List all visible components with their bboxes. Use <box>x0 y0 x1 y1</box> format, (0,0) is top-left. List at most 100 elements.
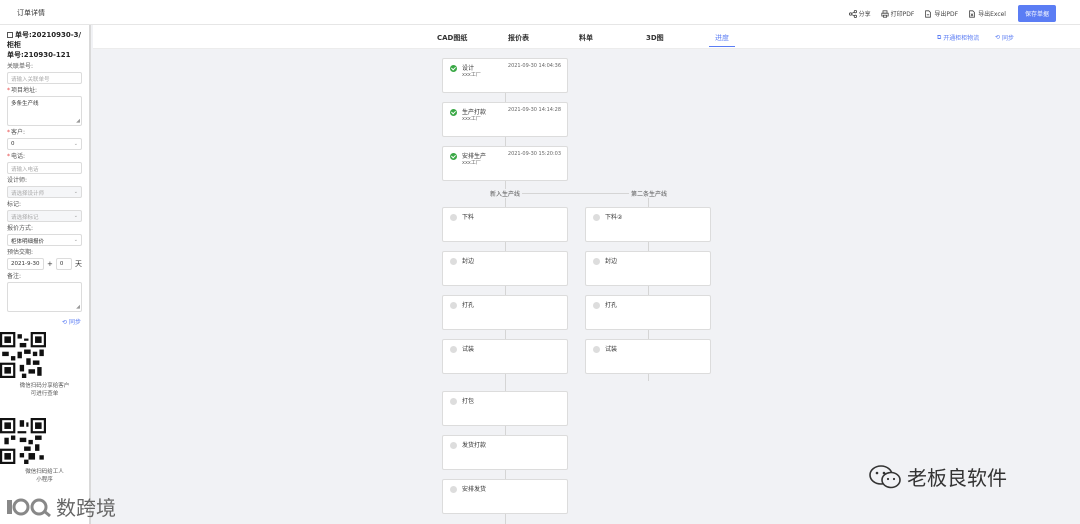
mark-label: 标记: <box>7 201 22 208</box>
check-icon <box>450 109 457 116</box>
open-cabinet-link[interactable]: ⧉ 开通柜柜物流 <box>937 33 979 43</box>
tab-quote[interactable]: 报价表 <box>508 33 529 43</box>
pending-dot-icon <box>450 302 457 309</box>
line1-step[interactable]: 打包 <box>442 391 568 426</box>
phone-label: 电话: <box>11 153 26 160</box>
share-button[interactable]: 分享 <box>848 9 871 18</box>
tab-sync-button[interactable]: ⟲ 同步 <box>995 33 1014 42</box>
line1-step[interactable]: 试装 <box>442 339 568 374</box>
pending-dot-icon <box>593 214 600 221</box>
quote-select[interactable]: 柜体明细报价 ⌄ <box>7 234 82 246</box>
brand-watermark: 老板良软件 <box>868 462 1007 491</box>
tab-cad[interactable]: CAD图纸 <box>437 33 467 43</box>
line2-step[interactable]: 下料② <box>585 207 711 242</box>
pending-dot-icon <box>450 398 457 405</box>
tab-material[interactable]: 料单 <box>579 33 593 43</box>
order-number: 单号:20210930-3/柜柜 单号:210930-121 <box>7 31 82 59</box>
share-icon <box>848 9 857 18</box>
designer-select[interactable]: 请选择设计师 ⌄ <box>7 186 82 198</box>
qr-worker-caption-2: 小程序 <box>36 477 53 483</box>
qr-code-worker <box>0 418 46 464</box>
pending-dot-icon <box>450 442 457 449</box>
remark-field[interactable]: ◢ <box>7 282 82 312</box>
delivery-plus: + <box>46 260 53 268</box>
qr-code-customer <box>0 332 46 378</box>
delivery-label: 预估交期: <box>7 249 34 256</box>
chevron-down-icon: ⌄ <box>73 189 78 195</box>
line2-step[interactable]: 封边 <box>585 251 711 286</box>
line1-label: 新入生产线 <box>488 189 523 198</box>
print-pdf-button[interactable]: 打印PDF <box>881 9 915 18</box>
export-pdf-button[interactable]: 导出PDF <box>924 9 958 18</box>
step-card-schedule[interactable]: 安排生产 xxx工厂 2021-09-30 15:20:03 <box>442 146 568 181</box>
line2-label: 第二条生产线 <box>629 189 670 198</box>
delivery-date-input[interactable]: 2021-9-30 <box>7 258 44 270</box>
sync-icon: ⟲ <box>62 319 68 326</box>
chevron-down-icon: ⌄ <box>73 213 78 219</box>
pending-dot-icon <box>450 214 457 221</box>
pdf-icon <box>925 9 932 18</box>
remark-label: 备注: <box>7 273 22 280</box>
tab-progress[interactable]: 进度 <box>709 33 735 47</box>
designer-label: 设计师: <box>7 177 28 184</box>
pending-dot-icon <box>450 486 457 493</box>
resize-grip-icon[interactable]: ◢ <box>76 305 80 310</box>
toolbar-actions: 分享 打印PDF 导出PDF 导出Excel 保存单据 <box>848 5 1056 22</box>
qr-customer-caption-2: 可进行查单 <box>30 391 59 397</box>
chevron-down-icon: ⌄ <box>73 141 78 147</box>
delivery-row: 2021-9-30 + 0 天 <box>7 258 82 270</box>
top-bar: 订单详情 分享 打印PDF 导出PDF 导出Excel 保存单据 <box>0 0 1080 25</box>
resize-grip-icon[interactable]: ◢ <box>76 119 80 124</box>
step-card-payment[interactable]: 生产打款 xxx工厂 2021-09-30 14:14:28 <box>442 102 568 137</box>
printer-icon <box>881 9 889 18</box>
line1-step[interactable]: 打孔 <box>442 295 568 330</box>
delivery-days-input[interactable]: 0 <box>55 258 72 270</box>
page-title: 订单详情 <box>17 9 45 17</box>
external-link-icon: ⧉ <box>937 33 942 41</box>
share-label: 分享 <box>858 11 871 18</box>
tab-bar: CAD图纸 报价表 料单 3D图 进度 ⧉ 开通柜柜物流 ⟲ 同步 <box>93 25 1080 49</box>
check-icon <box>450 153 457 160</box>
pending-dot-icon <box>593 346 600 353</box>
pending-dot-icon <box>450 258 457 265</box>
line1-step[interactable]: 下料 <box>442 207 568 242</box>
excel-icon <box>969 9 975 18</box>
pending-dot-icon <box>593 258 600 265</box>
line1-step[interactable]: 安排发货 <box>442 479 568 514</box>
project-label: 项目地址: <box>11 87 38 94</box>
chevron-down-icon: ⌄ <box>73 237 78 243</box>
export-excel-label: 导出Excel <box>978 11 1006 18</box>
project-address-field[interactable]: 多条生产线 ◢ <box>7 96 82 126</box>
document-icon <box>7 32 13 38</box>
line2-step[interactable]: 打孔 <box>585 295 711 330</box>
order-number-2: 单号:210930-121 <box>7 51 71 59</box>
customer-label: 客户: <box>11 129 26 136</box>
pending-dot-icon <box>593 302 600 309</box>
pending-dot-icon <box>450 346 457 353</box>
export-pdf-label: 导出PDF <box>934 11 959 18</box>
save-button[interactable]: 保存单据 <box>1017 5 1056 22</box>
export-excel-button[interactable]: 导出Excel <box>968 9 1006 18</box>
line1-step[interactable]: 封边 <box>442 251 568 286</box>
branch-connector <box>505 193 648 194</box>
delivery-unit: 天 <box>75 260 82 268</box>
check-icon <box>450 65 457 72</box>
line1-step[interactable]: 发货打款 <box>442 435 568 470</box>
related-input[interactable]: 请输入关联单号 <box>7 72 82 84</box>
sync-icon: ⟲ <box>995 34 1001 41</box>
customer-select[interactable]: 0 ⌄ <box>7 138 82 150</box>
corner-watermark: 数跨境 <box>5 492 116 521</box>
line2-step[interactable]: 试装 <box>585 339 711 374</box>
phone-input[interactable]: 请输入电话 <box>7 162 82 174</box>
qr-customer-caption-1: 微信扫码分享给客户 <box>19 383 70 389</box>
logo-icon <box>7 498 51 517</box>
print-pdf-label: 打印PDF <box>890 11 915 18</box>
tab-3d[interactable]: 3D图 <box>646 33 664 43</box>
order-sidebar: 单号:20210930-3/柜柜 单号:210930-121 关联单号: 请输入… <box>0 25 91 524</box>
step-card-design[interactable]: 设计 xxx工厂 2021-09-30 14:04:36 <box>442 58 568 93</box>
related-label: 关联单号: <box>7 63 34 70</box>
mark-select[interactable]: 请选择标记 ⌄ <box>7 210 82 222</box>
wechat-icon <box>869 464 901 488</box>
sidebar-sync-button[interactable]: ⟲ 同步 <box>0 317 89 326</box>
quote-label: 报价方式: <box>7 225 34 232</box>
